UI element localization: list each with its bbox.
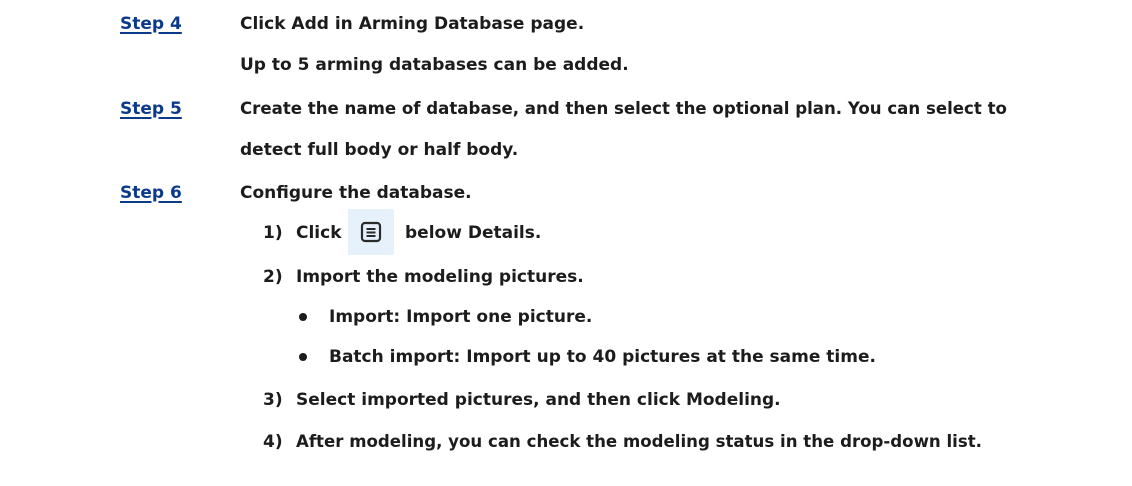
bullet-dot xyxy=(299,353,307,361)
step-5-label: Step 5 xyxy=(120,99,182,119)
substep-2-bullet-1: Import: Import one picture. xyxy=(329,307,593,327)
substep-3-number: 3) xyxy=(263,390,283,410)
substep-2-bullet-2: Batch import: Import up to 40 pictures a… xyxy=(329,347,876,367)
substep-3-text: Select imported pictures, and then click… xyxy=(296,390,781,410)
substep-1-after-text: below Details. xyxy=(405,223,542,243)
list-details-icon-glyph xyxy=(360,221,382,243)
step-4-line-2: Up to 5 arming databases can be added. xyxy=(240,55,629,75)
substep-4-text: After modeling, you can check the modeli… xyxy=(296,432,982,451)
step-5-line-2: detect full body or half body. xyxy=(240,140,519,160)
substep-1-number: 1) xyxy=(263,223,283,243)
step-4-line-1: Click Add in Arming Database page. xyxy=(240,14,585,34)
step-5-line-1: Create the name of database, and then se… xyxy=(240,99,1007,118)
substep-1-click-text: Click xyxy=(296,223,342,243)
bullet-dot xyxy=(299,313,307,321)
substep-2-text: Import the modeling pictures. xyxy=(296,267,584,287)
substep-4-number: 4) xyxy=(263,432,283,452)
step-6-line-1: Configure the database. xyxy=(240,183,472,203)
step-4-label: Step 4 xyxy=(120,14,182,34)
step-6-label: Step 6 xyxy=(120,183,182,203)
substep-2-number: 2) xyxy=(263,267,283,287)
list-details-icon xyxy=(348,209,394,255)
